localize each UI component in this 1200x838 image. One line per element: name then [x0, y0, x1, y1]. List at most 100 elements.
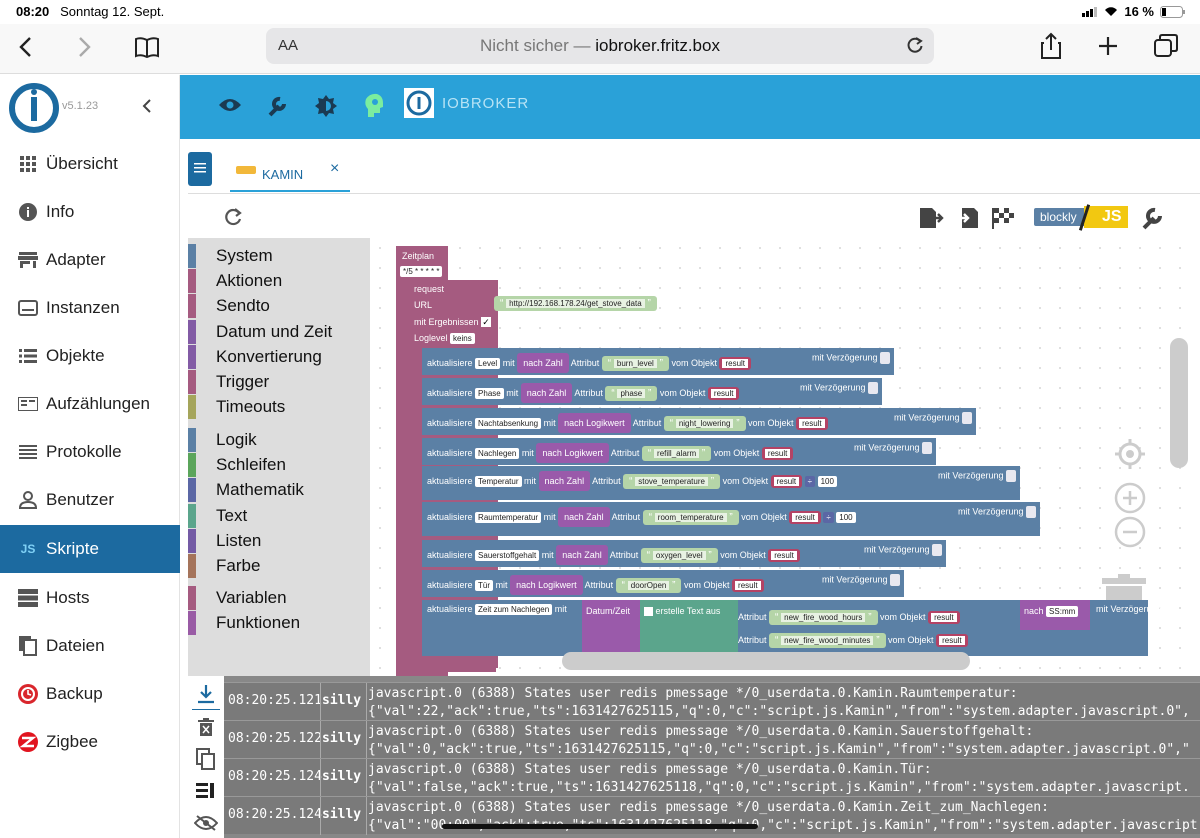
- delay-checkbox[interactable]: [1006, 470, 1016, 482]
- category-variablen[interactable]: Variablen: [188, 586, 287, 610]
- category-farbe[interactable]: Farbe: [188, 554, 260, 578]
- result-variable[interactable]: result: [770, 475, 803, 488]
- import-icon[interactable]: [954, 206, 980, 230]
- eye-icon[interactable]: [218, 97, 242, 113]
- update-row-level[interactable]: aktualisiere Level mit nach Zahl Attribu…: [422, 348, 894, 375]
- state-field[interactable]: Raumtemperatur: [475, 512, 542, 523]
- state-field[interactable]: Zeit zum Nachlegen: [475, 604, 553, 615]
- conversion-block[interactable]: nach Logikwert: [558, 413, 631, 433]
- expert-mode-icon[interactable]: [364, 93, 384, 117]
- category-funktionen[interactable]: Funktionen: [188, 611, 300, 636]
- category-sendto[interactable]: Sendto: [188, 294, 270, 319]
- category-logik[interactable]: Logik: [188, 428, 257, 452]
- workspace-hscrollbar[interactable]: [562, 652, 970, 670]
- sidebar-item-protokolle[interactable]: Protokolle: [0, 429, 180, 475]
- loglevel-field[interactable]: keins: [450, 333, 475, 344]
- conversion-block[interactable]: nach Logikwert: [510, 575, 583, 595]
- attribute-string[interactable]: “ doorOpen ”: [615, 578, 682, 593]
- tabs-icon[interactable]: [1154, 34, 1178, 58]
- divide-operator[interactable]: ÷: [823, 512, 834, 523]
- state-field[interactable]: Sauerstoffgehalt: [475, 550, 540, 561]
- result-variable[interactable]: result: [789, 511, 821, 524]
- format-field[interactable]: SS:mm: [1046, 606, 1079, 617]
- conversion-block[interactable]: nach Zahl: [558, 507, 610, 527]
- category-text[interactable]: Text: [188, 503, 247, 528]
- category-aktionen[interactable]: Aktionen: [188, 269, 282, 294]
- attribute-string[interactable]: “ refill_alarm ”: [641, 446, 712, 461]
- conversion-block[interactable]: nach Zahl: [556, 545, 608, 565]
- update-row-nachtabsenkung[interactable]: aktualisiere Nachtabsenkung mit nach Log…: [422, 408, 976, 435]
- state-field[interactable]: Nachtabsenkung: [475, 418, 542, 429]
- new-tab-icon[interactable]: [1098, 36, 1118, 56]
- sidebar-item-info[interactable]: Info: [0, 189, 180, 235]
- sidebar-item-instanzen[interactable]: Instanzen: [0, 285, 180, 331]
- workspace-vscrollbar[interactable]: [1170, 338, 1188, 468]
- tab-close-button[interactable]: ×: [330, 160, 339, 178]
- attribute-string[interactable]: “ oxygen_level ”: [640, 548, 718, 563]
- attribute-string[interactable]: “ stove_temperature ”: [623, 474, 721, 489]
- state-field[interactable]: Nachlegen: [475, 448, 520, 459]
- gear-icon[interactable]: [644, 607, 653, 617]
- delay-checkbox[interactable]: [890, 574, 900, 586]
- zoom-out-icon[interactable]: [1114, 516, 1146, 548]
- update-row-raumtemperatur[interactable]: aktualisiere Raumtemperatur mit nach Zah…: [422, 502, 1040, 536]
- conversion-block[interactable]: nach Zahl: [517, 353, 569, 373]
- update-row-temperatur[interactable]: aktualisiere Temperatur mit nach Zahl At…: [422, 466, 1020, 500]
- bookmarks-icon[interactable]: [134, 36, 160, 58]
- sidebar-item-uebersicht[interactable]: Übersicht: [0, 141, 180, 187]
- eye-off-icon[interactable]: [194, 814, 218, 832]
- attribute-string[interactable]: “ room_temperature ”: [642, 510, 739, 525]
- update-row-sauerstoffgehalt[interactable]: aktualisiere Sauerstoffgehalt mit nach Z…: [422, 540, 946, 567]
- cron-field[interactable]: */5 * * * * *: [400, 266, 443, 277]
- back-icon[interactable]: [18, 36, 32, 58]
- address-bar[interactable]: AA Nicht sicher — iobroker.fritz.box: [266, 28, 934, 64]
- sidebar-item-aufzaehlungen[interactable]: Aufzählungen: [0, 381, 180, 427]
- conversion-block[interactable]: nach Logikwert: [536, 443, 609, 463]
- sidebar-item-dateien[interactable]: Dateien: [0, 623, 180, 669]
- number-field[interactable]: 100: [817, 476, 837, 487]
- state-field[interactable]: Phase: [475, 388, 504, 399]
- sidebar-item-benutzer[interactable]: Benutzer: [0, 477, 180, 523]
- share-icon[interactable]: [1040, 32, 1062, 60]
- wrap-lines-icon[interactable]: [196, 782, 216, 800]
- refresh-icon[interactable]: [224, 208, 242, 226]
- category-konvertierung[interactable]: Konvertierung: [188, 344, 322, 369]
- state-field[interactable]: Level: [475, 358, 501, 369]
- state-field[interactable]: Tür: [475, 580, 494, 591]
- category-schleifen[interactable]: Schleifen: [188, 453, 286, 478]
- theme-icon[interactable]: [315, 95, 337, 117]
- sidebar-item-skripte[interactable]: JS Skripte: [0, 525, 180, 573]
- number-field[interactable]: 100: [836, 512, 856, 523]
- result-variable[interactable]: result: [768, 549, 800, 562]
- result-variable[interactable]: result: [761, 447, 794, 460]
- reload-icon[interactable]: [906, 36, 924, 54]
- category-trigger[interactable]: Trigger: [188, 370, 269, 394]
- category-datum-und-zeit[interactable]: Datum und Zeit: [188, 319, 332, 344]
- result-variable[interactable]: result: [707, 387, 740, 400]
- attribute-string[interactable]: “ burn_level ”: [601, 356, 669, 371]
- delay-checkbox[interactable]: [880, 352, 890, 364]
- delay-checkbox[interactable]: [962, 412, 972, 424]
- state-field[interactable]: Temperatur: [475, 476, 522, 487]
- delay-checkbox[interactable]: [922, 442, 932, 454]
- update-row-nachlegen[interactable]: aktualisiere Nachlegen mit nach Logikwer…: [422, 438, 936, 465]
- delete-icon[interactable]: [198, 718, 214, 736]
- sidebar-item-adapter[interactable]: Adapter: [0, 237, 180, 283]
- category-listen[interactable]: Listen: [188, 528, 261, 553]
- script-list-toggle[interactable]: [188, 152, 212, 186]
- checkered-flag-icon[interactable]: [990, 206, 1016, 230]
- divide-operator[interactable]: ÷: [804, 476, 816, 487]
- category-timeouts[interactable]: Timeouts: [188, 395, 285, 420]
- checkbox-icon[interactable]: ✓: [481, 317, 492, 327]
- create-text-block[interactable]: erstelle Text aus: [640, 600, 738, 656]
- conversion-block[interactable]: nach Zahl: [538, 471, 591, 491]
- copy-icon[interactable]: [196, 748, 216, 770]
- delay-checkbox[interactable]: [868, 382, 878, 394]
- update-row-zeit-zum-nachlegen[interactable]: aktualisiere Zeit zum Nachlegen mit Datu…: [422, 600, 1162, 656]
- sidebar-item-backup[interactable]: Backup: [0, 671, 180, 717]
- delay-checkbox[interactable]: [932, 544, 942, 556]
- conversion-block[interactable]: nach Zahl: [520, 383, 573, 403]
- export-icon[interactable]: [918, 206, 944, 230]
- attribute-string[interactable]: “ night_lowering ”: [663, 416, 746, 431]
- blockly-workspace[interactable]: Zeitplan */5 * * * * * request URL mit E…: [370, 238, 1192, 676]
